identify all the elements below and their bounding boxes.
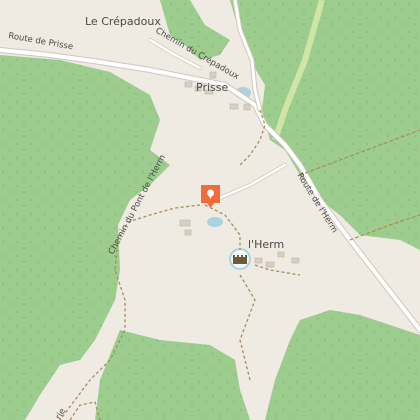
map-canvas[interactable]: Le Crépadoux Prisse l'Herm Route de Pris… <box>0 0 420 420</box>
place-label-lherm: l'Herm <box>248 238 284 251</box>
place-label-prisse: Prisse <box>196 81 228 94</box>
castle-poi-marker[interactable] <box>231 250 249 268</box>
place-label-le-crepadoux: Le Crépadoux <box>85 15 161 28</box>
pond-center <box>207 217 223 227</box>
